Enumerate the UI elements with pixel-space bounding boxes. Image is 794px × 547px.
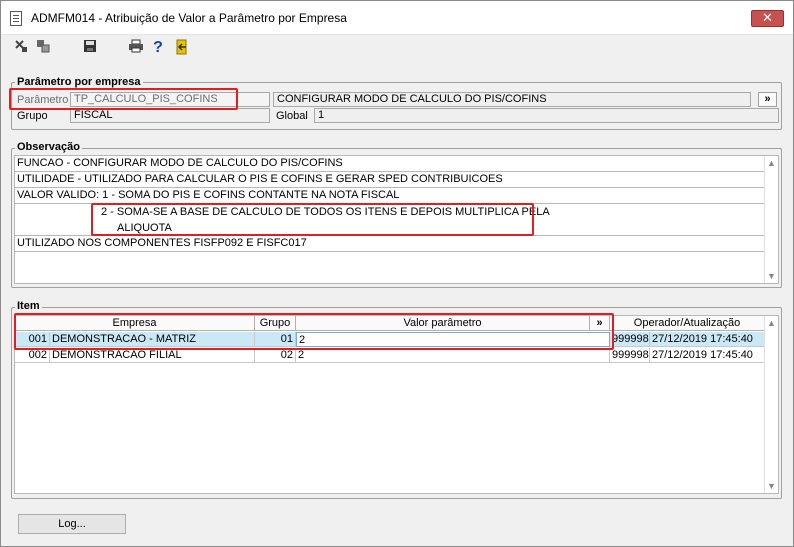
help-icon[interactable]: ? <box>149 39 167 57</box>
global-label: Global <box>276 110 308 122</box>
observacao-line: VALOR VALIDO: 1 - SOMA DO PIS E COFINS C… <box>15 188 766 204</box>
observacao-line-multi: 2 - SOMA-SE A BASE DE CALCULO DE TODOS O… <box>15 204 766 236</box>
title-bar: ADMFM014 - Atribuição de Valor a Parâmet… <box>1 1 793 35</box>
close-button[interactable]: ✕ <box>751 10 784 27</box>
column-header-valor[interactable]: Valor parâmetro <box>296 316 590 331</box>
parametro-legend: Parâmetro por empresa <box>15 76 143 88</box>
log-button[interactable]: Log... <box>18 514 126 534</box>
observacao-legend: Observação <box>15 141 82 153</box>
observacao-line: UTILIDADE - UTILIZADO PARA CALCULAR O PI… <box>15 172 766 188</box>
observacao-scrollbar[interactable]: ▲ ▼ <box>764 156 778 283</box>
cell-grupo: 02 <box>255 348 296 363</box>
grupo-field: FISCAL <box>70 108 270 123</box>
item-grid: Empresa Grupo Valor parâmetro » Operador… <box>14 315 779 494</box>
observacao-line-text: 2 - SOMA-SE A BASE DE CALCULO DE TODOS O… <box>101 206 550 218</box>
column-header-empresa[interactable]: Empresa <box>15 316 255 331</box>
global-field: 1 <box>314 108 779 123</box>
item-legend: Item <box>15 300 42 312</box>
paste-icon[interactable] <box>34 39 52 57</box>
cell-code: 001 <box>15 332 50 347</box>
scroll-down-icon[interactable]: ▼ <box>765 269 778 283</box>
exit-icon[interactable] <box>173 39 191 57</box>
app-window: ADMFM014 - Atribuição de Valor a Parâmet… <box>0 0 794 547</box>
column-expand-button[interactable]: » <box>590 316 610 331</box>
column-header-grupo[interactable]: Grupo <box>255 316 296 331</box>
parametro-field[interactable]: TP_CALCULO_PIS_COFINS <box>70 92 270 107</box>
cell-atualizacao: 27/12/2019 17:45:40 <box>650 332 765 347</box>
cell-empresa: DEMONSTRACAO - MATRIZ <box>50 332 255 347</box>
parametro-label: Parâmetro <box>17 94 69 106</box>
document-icon <box>10 11 22 26</box>
observacao-line-text: ALIQUOTA <box>117 222 172 234</box>
scroll-up-icon[interactable]: ▲ <box>765 316 778 330</box>
cell-operador: 999998 <box>610 348 650 363</box>
cell-code: 002 <box>15 348 50 363</box>
grupo-label: Grupo <box>17 110 48 122</box>
item-scrollbar[interactable]: ▲ ▼ <box>764 316 778 493</box>
observacao-line: UTILIZADO NOS COMPONENTES FISFP092 E FIS… <box>15 236 766 252</box>
observacao-line: FUNCAO - CONFIGURAR MODO DE CALCULO DO P… <box>15 156 766 172</box>
parametro-expand-button[interactable]: » <box>758 92 777 107</box>
print-icon[interactable] <box>127 39 145 57</box>
toolbar: ? <box>1 35 793 63</box>
scroll-up-icon[interactable]: ▲ <box>765 156 778 170</box>
table-row[interactable]: 002 DEMONSTRACAO FILIAL 02 2 999998 27/1… <box>15 348 766 363</box>
window-title: ADMFM014 - Atribuição de Valor a Parâmet… <box>31 11 347 25</box>
cell-empresa: DEMONSTRACAO FILIAL <box>50 348 255 363</box>
parametro-description-field: CONFIGURAR MODO DE CALCULO DO PIS/COFINS <box>273 92 751 107</box>
observacao-text-area[interactable]: FUNCAO - CONFIGURAR MODO DE CALCULO DO P… <box>14 155 779 284</box>
cell-valor[interactable]: 2 <box>296 348 610 363</box>
cell-atualizacao: 27/12/2019 17:45:40 <box>650 348 765 363</box>
cell-grupo: 01 <box>255 332 296 347</box>
save-icon[interactable] <box>81 39 99 57</box>
table-row[interactable]: 001 DEMONSTRACAO - MATRIZ 01 2 999998 27… <box>15 332 766 347</box>
cut-icon[interactable] <box>12 39 30 57</box>
valor-input[interactable]: 2 <box>296 332 610 347</box>
cell-operador: 999998 <box>610 332 650 347</box>
column-header-operador[interactable]: Operador/Atualização <box>610 316 765 331</box>
scroll-down-icon[interactable]: ▼ <box>765 479 778 493</box>
